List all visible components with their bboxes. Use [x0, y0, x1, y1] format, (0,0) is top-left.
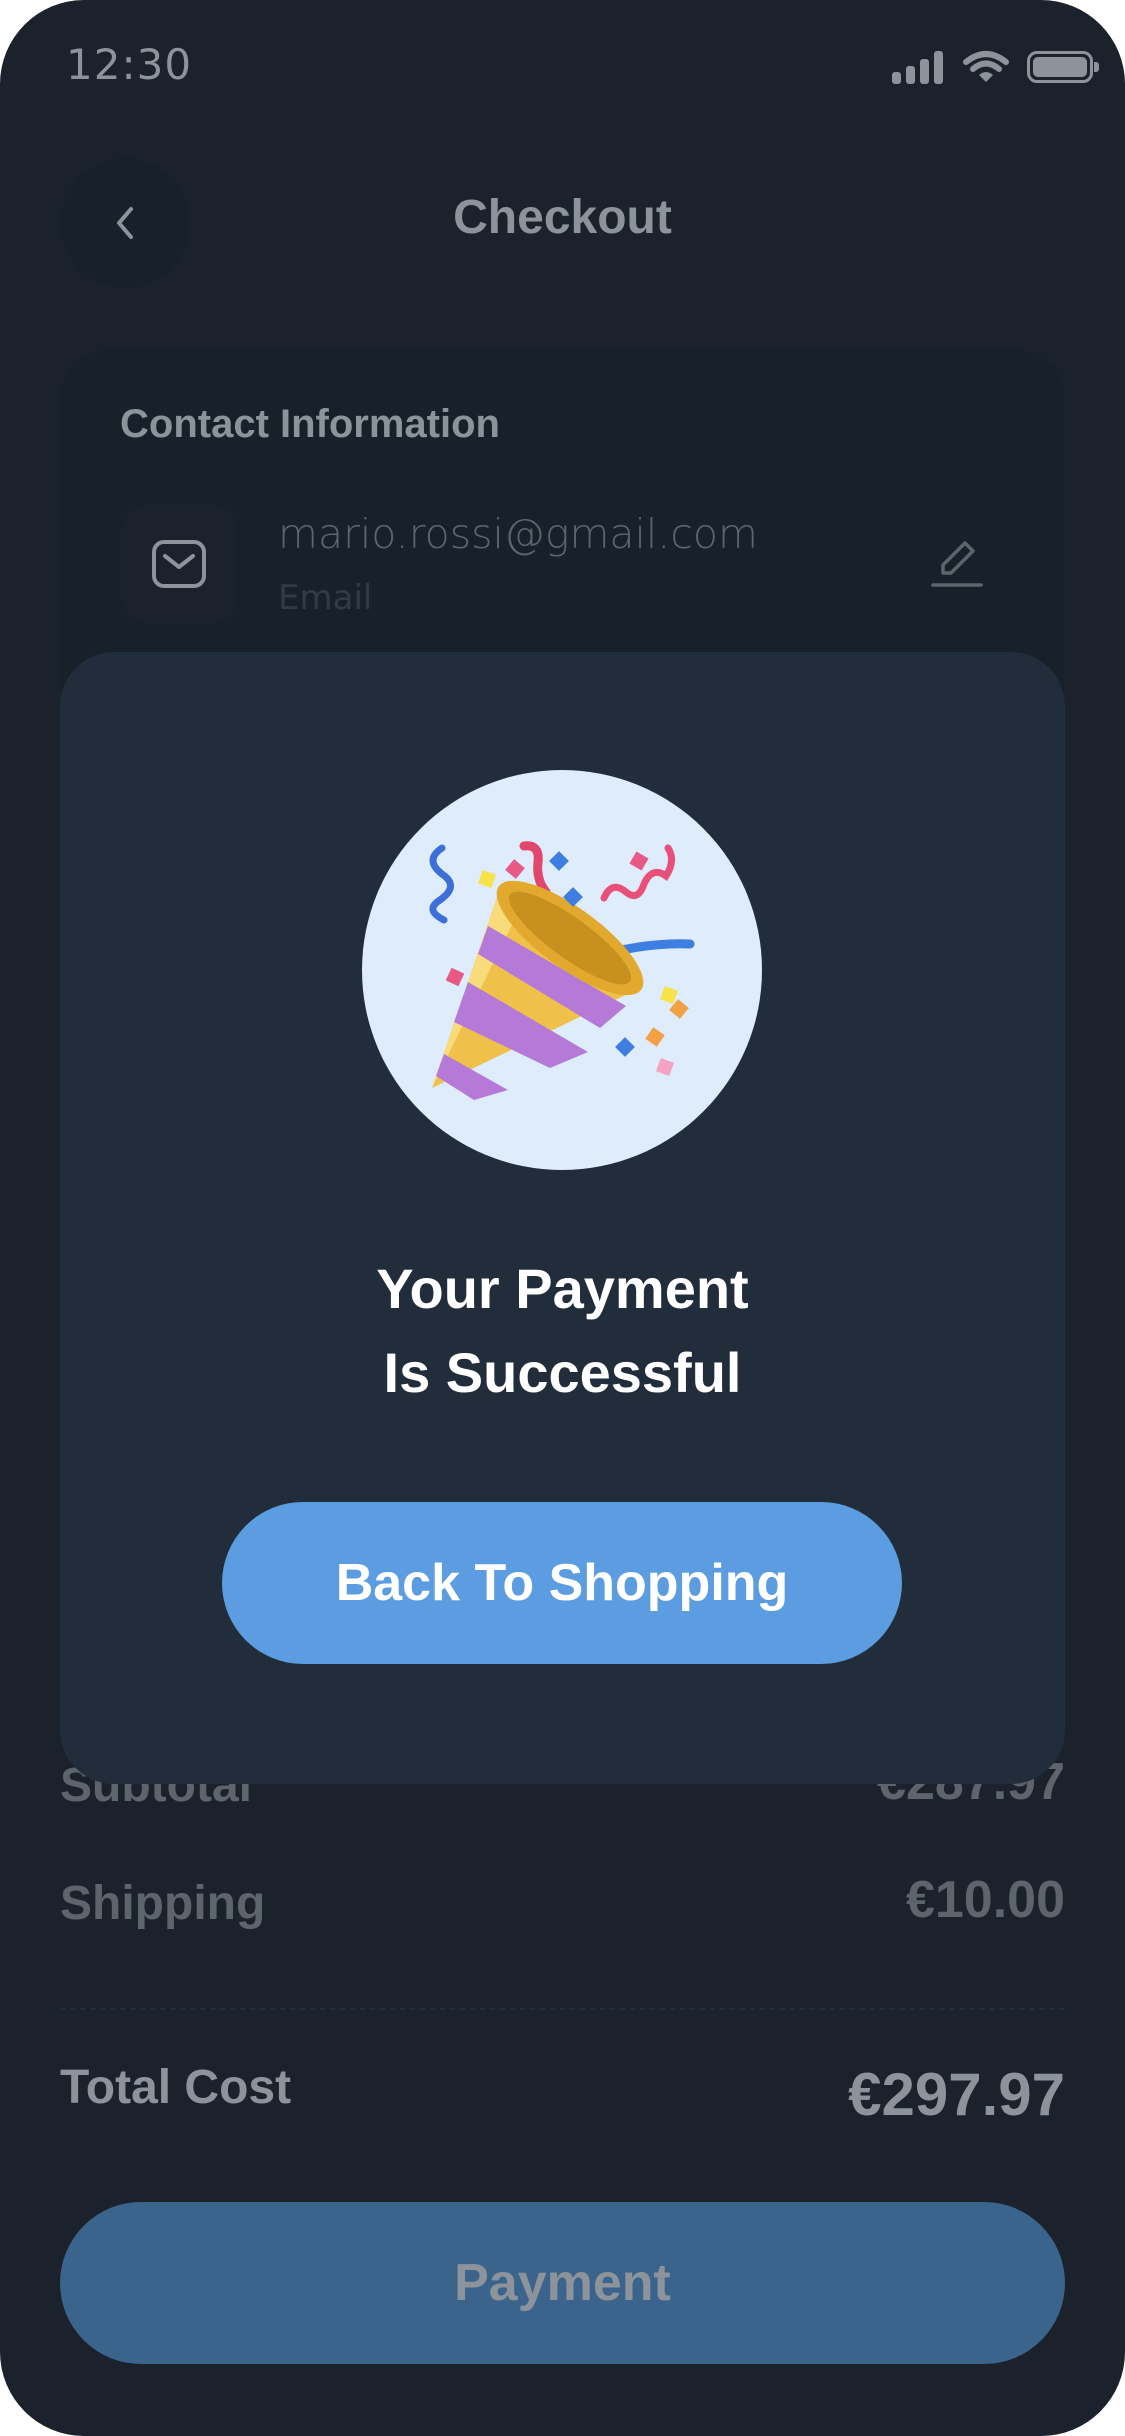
success-title-line-1: Your Payment — [376, 1257, 749, 1320]
summary-divider — [60, 2008, 1065, 2010]
email-value: mario.rossi@gmail.com — [278, 510, 758, 558]
signal-icon — [892, 50, 943, 84]
total-cost-value: €297.97 — [848, 2061, 1065, 2128]
battery-icon — [1027, 51, 1099, 83]
wifi-icon — [963, 51, 1009, 82]
party-popper-icon — [429, 841, 695, 1100]
shipping-value: €10.00 — [905, 1871, 1065, 1929]
total-cost-label: Total Cost — [60, 2061, 292, 2114]
edit-icon[interactable] — [929, 535, 985, 591]
email-icon-box — [120, 505, 238, 623]
back-to-shopping-button[interactable]: Back To Shopping — [222, 1502, 902, 1664]
phone-screen: 12:30 Checkout Contact Information mario… — [0, 0, 1125, 2436]
payment-success-modal: Your Payment Is Successful Back To Shopp… — [60, 652, 1065, 1784]
success-title: Your Payment Is Successful — [60, 1247, 1065, 1415]
page-title: Checkout — [453, 191, 672, 244]
shipping-label: Shipping — [60, 1877, 266, 1930]
status-icons — [892, 50, 1099, 84]
celebration-badge — [362, 770, 762, 1170]
email-label: Email — [278, 578, 373, 618]
contact-heading: Contact Information — [120, 402, 500, 446]
status-time: 12:30 — [66, 40, 193, 89]
success-title-line-2: Is Successful — [383, 1341, 742, 1404]
mail-icon — [152, 540, 206, 588]
payment-button[interactable]: Payment — [60, 2202, 1065, 2364]
